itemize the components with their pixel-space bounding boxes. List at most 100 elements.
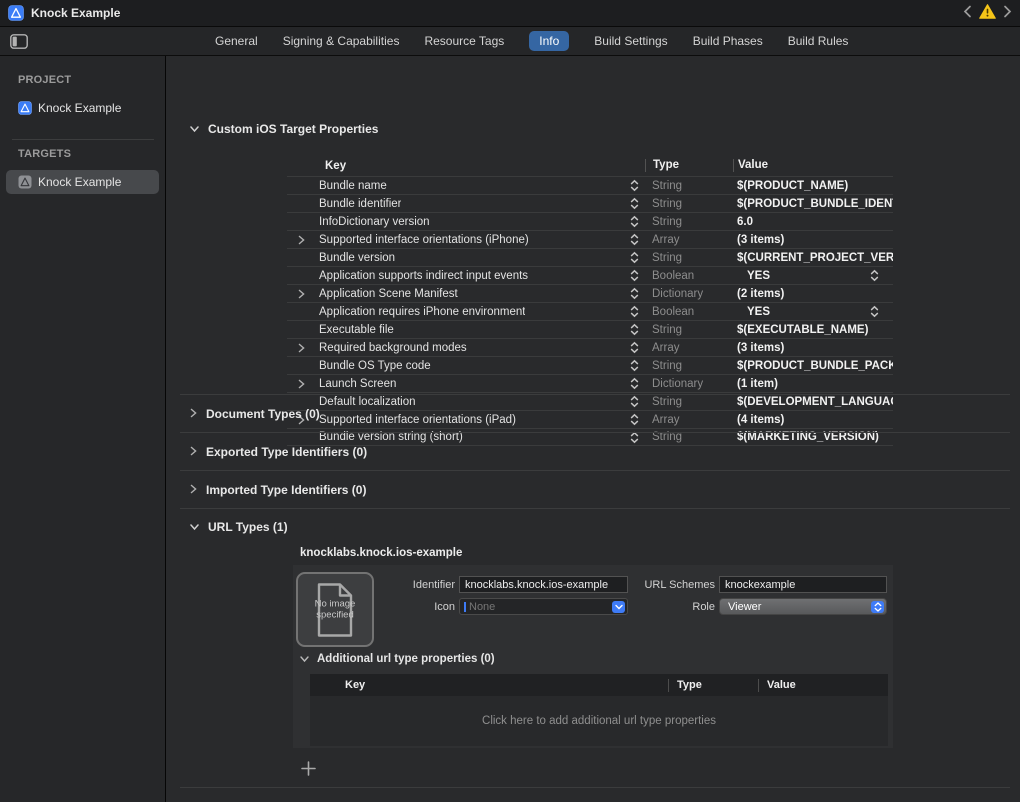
- title-bar: Knock Example: [0, 0, 1020, 27]
- property-row[interactable]: Executable file String $(EXECUTABLE_NAME…: [287, 320, 893, 338]
- role-popup[interactable]: Viewer: [719, 598, 887, 615]
- value-stepper-icon[interactable]: [870, 305, 879, 318]
- url-schemes-label: URL Schemes: [573, 579, 715, 591]
- key-stepper-icon[interactable]: [630, 323, 639, 336]
- chevron-down-icon[interactable]: [300, 655, 309, 663]
- tab-build-phases[interactable]: Build Phases: [693, 31, 763, 51]
- sidebar-item-target[interactable]: Knock Example: [6, 170, 159, 194]
- property-type[interactable]: String: [645, 216, 733, 228]
- key-stepper-icon[interactable]: [630, 269, 639, 282]
- sidebar: PROJECT Knock Example TARGETS Knock Exam…: [0, 56, 166, 802]
- property-type[interactable]: Array: [645, 234, 733, 246]
- property-type[interactable]: String: [645, 324, 733, 336]
- sidebar-divider: [12, 139, 154, 140]
- property-value[interactable]: (2 items): [737, 288, 784, 300]
- sidebar-toggle-icon[interactable]: [10, 34, 28, 49]
- forward-button[interactable]: [1003, 5, 1012, 23]
- property-value[interactable]: YES: [747, 306, 770, 318]
- property-key: Required background modes: [319, 342, 467, 354]
- section-exported-type-identifiers-0[interactable]: Exported Type Identifiers (0): [180, 433, 1010, 471]
- property-key: Executable file: [319, 324, 394, 336]
- property-row[interactable]: Launch Screen Dictionary (1 item): [287, 374, 893, 392]
- property-value[interactable]: 6.0: [737, 216, 753, 228]
- section-url-types[interactable]: URL Types (1): [190, 520, 288, 534]
- property-value[interactable]: (3 items): [737, 234, 784, 246]
- property-type[interactable]: String: [645, 198, 733, 210]
- tab-general[interactable]: General: [215, 31, 258, 51]
- property-type[interactable]: String: [645, 360, 733, 372]
- chevron-down-icon[interactable]: [190, 523, 199, 531]
- property-value[interactable]: $(EXECUTABLE_NAME): [737, 324, 868, 336]
- key-stepper-icon[interactable]: [630, 305, 639, 318]
- back-button[interactable]: [963, 5, 972, 23]
- column-header-key: Key: [310, 679, 668, 691]
- chevron-right-icon[interactable]: [190, 443, 197, 461]
- property-row[interactable]: Bundle identifier String $(PRODUCT_BUNDL…: [287, 194, 893, 212]
- key-stepper-icon[interactable]: [630, 341, 639, 354]
- property-type[interactable]: Boolean: [645, 270, 733, 282]
- key-stepper-icon[interactable]: [630, 179, 639, 192]
- chevron-right-icon[interactable]: [190, 405, 197, 423]
- property-row[interactable]: Bundle name String $(PRODUCT_NAME): [287, 176, 893, 194]
- property-row[interactable]: Bundle version String $(CURRENT_PROJECT_…: [287, 248, 893, 266]
- property-key: Application supports indirect input even…: [319, 270, 528, 282]
- property-type[interactable]: Dictionary: [645, 378, 733, 390]
- property-key: Bundle version: [319, 252, 395, 264]
- tab-build-settings[interactable]: Build Settings: [594, 31, 667, 51]
- property-value[interactable]: $(PRODUCT_NAME): [737, 180, 848, 192]
- property-row[interactable]: Application Scene Manifest Dictionary (2…: [287, 284, 893, 302]
- key-stepper-icon[interactable]: [630, 215, 639, 228]
- property-row[interactable]: Application supports indirect input even…: [287, 266, 893, 284]
- sidebar-item-project[interactable]: Knock Example: [6, 96, 159, 120]
- property-row[interactable]: InfoDictionary version String 6.0: [287, 212, 893, 230]
- property-value[interactable]: $(PRODUCT_BUNDLE_IDENT: [737, 198, 893, 210]
- tab-info[interactable]: Info: [529, 31, 569, 51]
- tab-signing-capabilities[interactable]: Signing & Capabilities: [283, 31, 400, 51]
- property-value[interactable]: YES: [747, 270, 770, 282]
- chevron-right-icon[interactable]: [190, 481, 197, 499]
- key-stepper-icon[interactable]: [630, 287, 639, 300]
- key-stepper-icon[interactable]: [630, 197, 639, 210]
- property-type[interactable]: String: [645, 252, 733, 264]
- section-custom-ios-target-properties[interactable]: Custom iOS Target Properties: [190, 122, 378, 136]
- property-row[interactable]: Bundle OS Type code String $(PRODUCT_BUN…: [287, 356, 893, 374]
- property-value[interactable]: (3 items): [737, 342, 784, 354]
- chevron-down-icon[interactable]: [190, 125, 199, 133]
- disclosure-chevron-icon[interactable]: [298, 231, 305, 248]
- property-value[interactable]: (1 item): [737, 378, 778, 390]
- editor-tab-bar: General Signing & Capabilities Resource Ta…: [0, 27, 1020, 56]
- section-imported-type-identifiers-0[interactable]: Imported Type Identifiers (0): [180, 471, 1010, 509]
- property-row[interactable]: Application requires iPhone environment …: [287, 302, 893, 320]
- property-value[interactable]: $(CURRENT_PROJECT_VERS: [737, 252, 893, 264]
- property-type[interactable]: Dictionary: [645, 288, 733, 300]
- property-row[interactable]: Required background modes Array (3 items…: [287, 338, 893, 356]
- value-stepper-icon[interactable]: [870, 269, 879, 282]
- properties-table-header: Key Type Value: [287, 155, 893, 176]
- tab-build-rules[interactable]: Build Rules: [788, 31, 849, 51]
- key-stepper-icon[interactable]: [630, 359, 639, 372]
- tab-resource-tags[interactable]: Resource Tags: [424, 31, 504, 51]
- key-stepper-icon[interactable]: [630, 377, 639, 390]
- up-down-chevrons-icon[interactable]: [871, 601, 884, 613]
- disclosure-chevron-icon[interactable]: [298, 339, 305, 356]
- property-type[interactable]: Boolean: [645, 306, 733, 318]
- property-row[interactable]: Supported interface orientations (iPhone…: [287, 230, 893, 248]
- additional-table-empty-row[interactable]: Click here to add additional url type pr…: [310, 696, 888, 746]
- property-value[interactable]: $(PRODUCT_BUNDLE_PACKA: [737, 360, 893, 372]
- plus-icon: [301, 761, 316, 776]
- add-url-type-button[interactable]: [299, 759, 317, 777]
- section-document-types-0[interactable]: Document Types (0): [180, 395, 1010, 433]
- identifier-label: Identifier: [293, 579, 455, 591]
- disclosure-chevron-icon[interactable]: [298, 285, 305, 302]
- url-schemes-input[interactable]: [719, 576, 887, 593]
- key-stepper-icon[interactable]: [630, 251, 639, 264]
- additional-url-type-properties-header[interactable]: Additional url type properties (0): [300, 653, 495, 665]
- warning-icon[interactable]: [979, 4, 996, 24]
- property-type[interactable]: Array: [645, 342, 733, 354]
- section-label: Exported Type Identifiers (0): [206, 445, 367, 459]
- disclosure-chevron-icon[interactable]: [298, 375, 305, 392]
- property-type[interactable]: String: [645, 180, 733, 192]
- property-key: InfoDictionary version: [319, 216, 430, 228]
- key-stepper-icon[interactable]: [630, 233, 639, 246]
- column-header-value: Value: [758, 679, 888, 692]
